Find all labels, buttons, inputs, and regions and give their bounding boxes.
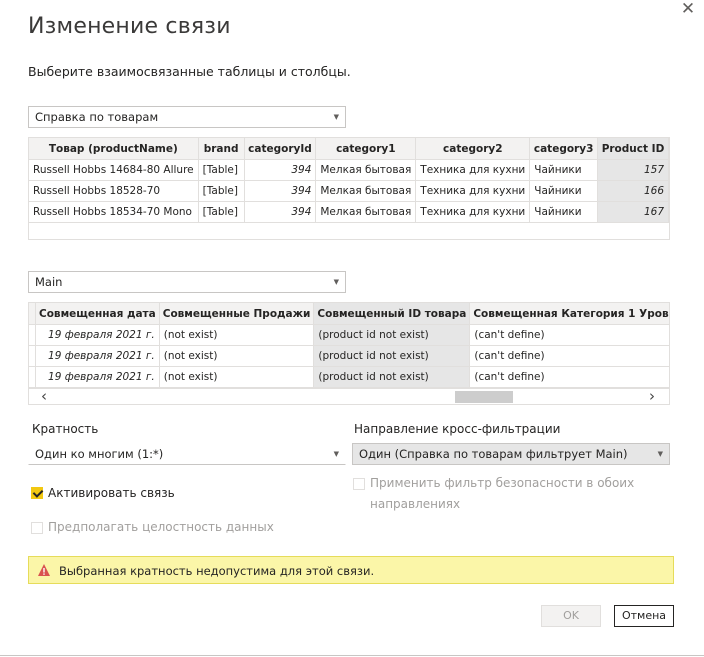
table-cell: 167	[597, 201, 669, 223]
table-cell: (not exist)	[159, 324, 315, 346]
table-cell: Russell Hobbs 14684-80 Allure	[29, 159, 199, 181]
table-cell: Чайники	[529, 159, 598, 181]
column-header[interactable]: Совмещенная дата	[35, 303, 160, 325]
dialog-title: Изменение связи	[28, 14, 231, 39]
table2-select[interactable]: Main ▼	[28, 271, 346, 293]
column-header[interactable]: Совмещенная Категория 1 Уровня	[469, 303, 669, 325]
security-filter-label-line1: Применить фильтр безопасности в обоих	[370, 476, 635, 490]
table-cell: (can't define)	[469, 366, 669, 388]
table-cell: Russell Hobbs 18534-70 Mono	[29, 201, 199, 223]
table-cell: (can't define)	[469, 324, 669, 346]
column-header[interactable]: categoryId	[244, 138, 317, 160]
column-header[interactable]: brand	[198, 138, 245, 160]
table1-header-row: Товар (productName) brand categoryId cat…	[29, 138, 669, 160]
table-row: 19 февраля 2021 г. (not exist) (product …	[29, 345, 669, 367]
table-row: 19 февраля 2021 г. (not exist) (product …	[29, 366, 669, 388]
table-cell: (not exist)	[159, 366, 315, 388]
cancel-button[interactable]: Отмена	[614, 605, 674, 627]
table-cell: Чайники	[529, 180, 598, 202]
table-cell: (product id not exist)	[313, 345, 471, 367]
table-cell: 19 февраля 2021 г.	[35, 366, 160, 388]
crossfilter-value: Один (Справка по товарам фильтрует Main)	[359, 447, 628, 461]
table1-select-value: Справка по товарам	[35, 110, 159, 124]
activate-checkbox[interactable]	[31, 487, 43, 499]
table-cell: Мелкая бытовая	[315, 180, 417, 202]
activate-label: Активировать связь	[48, 486, 175, 500]
table-cell: [Table]	[198, 201, 245, 223]
dialog-subtitle: Выберите взаимосвязанные таблицы и столб…	[28, 64, 351, 79]
cardinality-label: Кратность	[32, 422, 99, 436]
table-cell: 19 февраля 2021 г.	[35, 345, 160, 367]
column-header[interactable]: category3	[529, 138, 598, 160]
crossfilter-label: Направление кросс-фильтрации	[354, 422, 561, 436]
close-icon[interactable]: ✕	[678, 0, 698, 19]
chevron-down-icon: ▼	[333, 113, 339, 121]
table2-select-value: Main	[35, 275, 63, 289]
security-filter-label-line2: направлениях	[370, 497, 461, 511]
cardinality-select[interactable]: Один ко многим (1:*) ▼	[28, 443, 346, 465]
security-filter-checkbox	[353, 478, 365, 490]
table-cell: 394	[244, 180, 317, 202]
table-cell: Russell Hobbs 18528-70	[29, 180, 199, 202]
table-cell: Мелкая бытовая	[315, 159, 417, 181]
table-cell: Техника для кухни	[415, 180, 531, 202]
integrity-label: Предполагать целостность данных	[48, 520, 274, 534]
warning-icon	[38, 564, 50, 576]
table-cell: 394	[244, 159, 317, 181]
table-row: Russell Hobbs 18528-70 [Table] 394 Мелка…	[29, 180, 669, 202]
table-cell: Техника для кухни	[415, 159, 531, 181]
warning-text: Выбранная кратность недопустима для этой…	[59, 564, 375, 578]
table-cell: Мелкая бытовая	[315, 201, 417, 223]
table1-select[interactable]: Справка по товарам ▼	[28, 106, 346, 128]
column-header-selected[interactable]: Product ID	[597, 138, 669, 160]
table1-preview: Товар (productName) brand categoryId cat…	[28, 137, 670, 240]
table-row: Russell Hobbs 18534-70 Mono [Table] 394 …	[29, 201, 669, 223]
scroll-right-icon[interactable]: ›	[649, 389, 655, 404]
chevron-down-icon: ▼	[333, 450, 339, 458]
warning-banner: Выбранная кратность недопустима для этой…	[28, 556, 674, 584]
table-cell: 166	[597, 180, 669, 202]
column-header[interactable]: Совмещенные Продажи	[159, 303, 315, 325]
table-cell: (product id not exist)	[313, 324, 471, 346]
table-cell: 19 февраля 2021 г.	[35, 324, 160, 346]
chevron-down-icon: ▼	[657, 450, 663, 458]
column-header[interactable]: category1	[315, 138, 417, 160]
table-cell: (can't define)	[469, 345, 669, 367]
table-cell: Чайники	[529, 201, 598, 223]
table-cell: Техника для кухни	[415, 201, 531, 223]
scroll-left-icon[interactable]: ‹	[41, 389, 47, 404]
chevron-down-icon: ▼	[333, 278, 339, 286]
table-cell: 394	[244, 201, 317, 223]
table1-grid: Товар (productName) brand categoryId cat…	[29, 138, 669, 223]
integrity-checkbox	[31, 522, 43, 534]
table-cell: (product id not exist)	[313, 366, 471, 388]
column-header[interactable]: category2	[415, 138, 531, 160]
table-row: Russell Hobbs 14684-80 Allure [Table] 39…	[29, 159, 669, 181]
dialog-border	[0, 655, 704, 656]
crossfilter-select[interactable]: Один (Справка по товарам фильтрует Main)…	[352, 443, 670, 465]
table-cell: [Table]	[198, 180, 245, 202]
table-cell: 157	[597, 159, 669, 181]
table2-preview: Совмещенная дата Совмещенные Продажи Сов…	[28, 302, 670, 405]
cardinality-value: Один ко многим (1:*)	[35, 447, 164, 461]
scrollbar-thumb[interactable]	[455, 391, 513, 403]
ok-button[interactable]: OK	[541, 605, 601, 627]
column-header[interactable]: Товар (productName)	[29, 138, 199, 160]
table2-grid: Совмещенная дата Совмещенные Продажи Сов…	[29, 303, 669, 388]
horizontal-scrollbar[interactable]: ‹ ›	[29, 388, 669, 404]
column-header-selected[interactable]: Совмещенный ID товара	[313, 303, 471, 325]
table-cell: (not exist)	[159, 345, 315, 367]
table2-header-row: Совмещенная дата Совмещенные Продажи Сов…	[29, 303, 669, 325]
table-row: 19 февраля 2021 г. (not exist) (product …	[29, 324, 669, 346]
table-cell: [Table]	[198, 159, 245, 181]
